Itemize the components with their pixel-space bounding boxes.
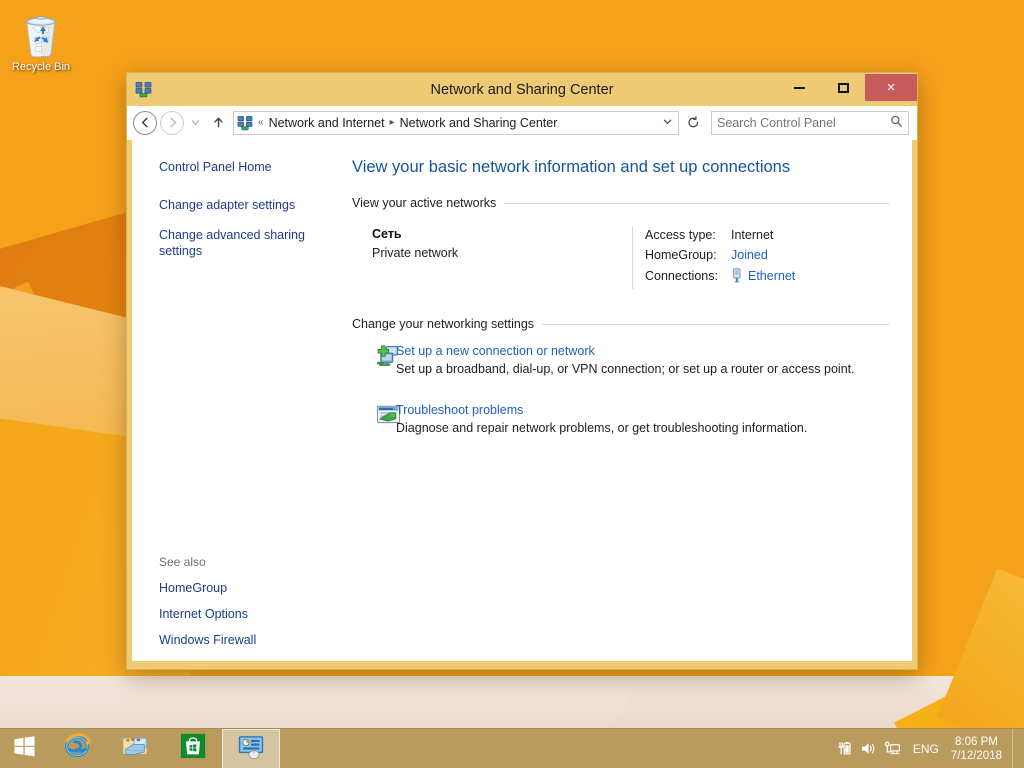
desktop-icon-recycle-bin[interactable]: Recycle Bin: [6, 12, 76, 74]
detail-label: HomeGroup:: [645, 248, 731, 262]
network-name: Сеть: [372, 227, 632, 241]
close-button[interactable]: ×: [865, 74, 917, 101]
sidebar-item-label: HomeGroup: [159, 581, 227, 595]
network-identity: Сеть Private network: [352, 227, 632, 289]
new-connection-link[interactable]: Set up a new connection or network: [396, 344, 855, 358]
sidebar-item-change-advanced-sharing-settings[interactable]: Change advanced sharing settings: [159, 227, 322, 259]
sidebar-item-change-adapter-settings[interactable]: Change adapter settings: [159, 197, 322, 213]
desktop[interactable]: Recycle Bin Network and Sharing Center ×: [0, 0, 1024, 768]
sidebar-item-label: Change adapter settings: [159, 198, 295, 212]
taskbar[interactable]: ENG 8:06 PM 7/12/2018: [0, 728, 1024, 768]
recycle-bin-icon: [19, 12, 63, 58]
network-icon[interactable]: [881, 729, 905, 768]
window-titlebar[interactable]: Network and Sharing Center ×: [127, 73, 917, 106]
see-also-section: See also HomeGroup Internet Options Wind…: [159, 555, 322, 648]
network-details: Access type: Internet HomeGroup: Joined …: [632, 227, 795, 289]
chevron-down-icon[interactable]: [658, 117, 676, 129]
control-panel-icon: [237, 733, 265, 766]
start-button[interactable]: [0, 729, 48, 768]
breadcrumb-item-network-and-internet[interactable]: Network and Internet: [266, 116, 388, 130]
recent-locations-icon[interactable]: [187, 111, 203, 135]
search-input[interactable]: [717, 116, 887, 130]
sidebar-item-windows-firewall[interactable]: Windows Firewall: [159, 632, 322, 648]
networking-settings-heading: Change your networking settings: [352, 317, 889, 331]
sidebar-item-label: Internet Options: [159, 607, 248, 621]
new-connection-icon: [352, 343, 396, 376]
volume-icon[interactable]: [857, 729, 881, 768]
detail-value: Internet: [731, 228, 773, 242]
taskbar-item-network-and-sharing-center[interactable]: [222, 729, 280, 768]
forward-button[interactable]: [160, 111, 184, 135]
breadcrumb[interactable]: « Network and Internet ▸ Network and Sha…: [233, 111, 679, 135]
sidebar: Control Panel Home Change adapter settin…: [133, 141, 332, 660]
store-icon: [179, 732, 207, 765]
search-icon[interactable]: [890, 115, 903, 131]
troubleshoot-link[interactable]: Troubleshoot problems: [396, 403, 807, 417]
section-divider: [504, 203, 889, 204]
active-networks-heading: View your active networks: [352, 196, 889, 210]
ethernet-icon: [731, 268, 743, 283]
minimize-button[interactable]: [777, 74, 821, 101]
windows-logo-icon: [13, 735, 36, 763]
language-indicator[interactable]: ENG: [905, 742, 949, 756]
internet-explorer-icon: [63, 732, 91, 765]
detail-row-access-type: Access type: Internet: [645, 228, 795, 242]
clock[interactable]: 8:06 PM 7/12/2018: [949, 735, 1012, 763]
up-button[interactable]: [207, 111, 229, 135]
file-explorer-icon: [121, 732, 149, 765]
close-icon: ×: [887, 80, 896, 95]
section-heading-label: View your active networks: [352, 196, 496, 210]
network-sharing-center-icon: [135, 81, 152, 98]
breadcrumb-separator-icon: ▸: [388, 117, 397, 128]
show-desktop-button[interactable]: [1012, 729, 1020, 768]
detail-row-connections: Connections: Ethernet: [645, 268, 795, 283]
section-divider: [542, 324, 889, 325]
setting-item-new-connection[interactable]: Set up a new connection or network Set u…: [352, 343, 889, 376]
section-heading-label: Change your networking settings: [352, 317, 534, 331]
network-sharing-center-window[interactable]: Network and Sharing Center ×: [126, 72, 918, 670]
network-sharing-center-icon: [237, 115, 253, 131]
search-box[interactable]: [711, 111, 909, 135]
desktop-icon-label: Recycle Bin: [6, 61, 76, 74]
window-body: Control Panel Home Change adapter settin…: [132, 140, 912, 661]
battery-icon[interactable]: [833, 729, 857, 768]
taskbar-item-internet-explorer[interactable]: [48, 729, 106, 768]
network-type: Private network: [372, 246, 632, 260]
networking-settings-section: Change your networking settings: [352, 317, 889, 435]
back-button[interactable]: [133, 111, 157, 135]
page-title: View your basic network information and …: [352, 158, 889, 177]
breadcrumb-overflow[interactable]: «: [256, 117, 266, 128]
active-network-block: Сеть Private network Access type: Intern…: [352, 217, 889, 295]
setting-description: Set up a broadband, dial-up, or VPN conn…: [396, 362, 855, 376]
content-pane: View your basic network information and …: [332, 141, 911, 660]
setting-item-body: Troubleshoot problems Diagnose and repai…: [396, 402, 807, 435]
see-also-heading: See also: [159, 555, 322, 569]
clock-time: 8:06 PM: [951, 735, 1002, 749]
sidebar-item-homegroup[interactable]: HomeGroup: [159, 580, 322, 596]
detail-row-homegroup: HomeGroup: Joined: [645, 248, 795, 262]
sidebar-item-label: Change advanced sharing settings: [159, 228, 305, 258]
clock-date: 7/12/2018: [951, 749, 1002, 763]
setting-item-troubleshoot[interactable]: Troubleshoot problems Diagnose and repai…: [352, 402, 889, 435]
sidebar-item-label: Control Panel Home: [159, 160, 272, 174]
maximize-button[interactable]: [821, 74, 865, 101]
breadcrumb-item-network-and-sharing-center[interactable]: Network and Sharing Center: [397, 116, 561, 130]
detail-label: Access type:: [645, 228, 731, 242]
detail-label: Connections:: [645, 269, 731, 283]
refresh-button[interactable]: [681, 111, 705, 135]
address-bar[interactable]: « Network and Internet ▸ Network and Sha…: [127, 106, 917, 140]
system-tray: ENG 8:06 PM 7/12/2018: [833, 729, 1024, 768]
ethernet-link[interactable]: Ethernet: [748, 269, 795, 283]
window-controls: ×: [777, 73, 917, 106]
sidebar-item-internet-options[interactable]: Internet Options: [159, 606, 322, 622]
setting-item-body: Set up a new connection or network Set u…: [396, 343, 855, 376]
taskbar-item-store[interactable]: [164, 729, 222, 768]
sidebar-item-label: Windows Firewall: [159, 633, 256, 647]
setting-description: Diagnose and repair network problems, or…: [396, 421, 807, 435]
sidebar-item-control-panel-home[interactable]: Control Panel Home: [159, 159, 322, 175]
troubleshoot-icon: [352, 402, 396, 435]
taskbar-item-file-explorer[interactable]: [106, 729, 164, 768]
homegroup-link[interactable]: Joined: [731, 248, 768, 262]
